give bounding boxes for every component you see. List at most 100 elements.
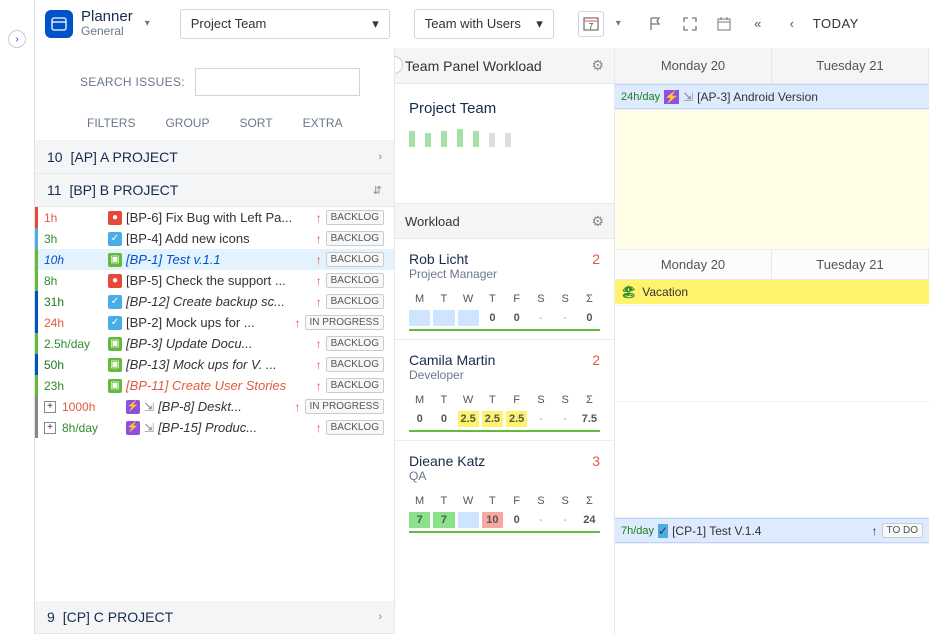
timeline-cell[interactable] <box>615 402 929 518</box>
status-badge[interactable]: TO DO <box>882 523 923 538</box>
gear-icon[interactable]: ⚙ <box>591 57 604 74</box>
nav-first-icon[interactable]: « <box>745 11 771 37</box>
issue-title: [BP-8] Deskt... <box>158 399 290 414</box>
extra-button[interactable]: EXTRA <box>303 116 343 130</box>
project-a-header[interactable]: 10 [AP] A PROJECT › <box>35 141 394 174</box>
issue-row[interactable]: 50h▣[BP-13] Mock ups for V. ...↑BACKLOG <box>35 354 394 375</box>
sort-button[interactable]: SORT <box>239 116 272 130</box>
status-badge[interactable]: BACKLOG <box>326 252 384 267</box>
team-bars <box>409 127 600 147</box>
issue-row[interactable]: 10h▣[BP-1] Test v.1.1↑BACKLOG <box>35 249 394 270</box>
issue-row[interactable]: +1000h⚡⇲[BP-8] Deskt...↑IN PROGRESS <box>35 396 394 417</box>
timeline-cell[interactable] <box>615 110 929 250</box>
issue-row[interactable]: 1h ● [BP-6] Fix Bug with Left Pa... ↑ BACKLO… <box>35 207 394 228</box>
priority-icon: ↑ <box>316 211 322 225</box>
status-badge[interactable]: IN PROGRESS <box>305 399 384 414</box>
status-badge[interactable]: BACKLOG <box>326 420 384 435</box>
workload-grid: MTWTFSSΣ 002.52.52.5--7.5 <box>409 392 600 432</box>
priority-icon: ↑ <box>295 400 301 414</box>
expand-icon[interactable] <box>677 11 703 37</box>
person-block: Rob Licht2 Project Manager MTWTFSSΣ 00--… <box>395 239 614 340</box>
issue-hours: 2.5h/day <box>44 337 104 351</box>
flag-icon[interactable] <box>643 11 669 37</box>
day-header: Tuesday 21 <box>772 250 929 279</box>
issue-row[interactable]: 23h▣[BP-11] Create User Stories↑BACKLOG <box>35 375 394 396</box>
group-button[interactable]: GROUP <box>165 116 209 130</box>
story-icon: ▣ <box>108 379 122 393</box>
view-select[interactable]: Team with Users ▾ <box>414 9 554 39</box>
project-c-header[interactable]: 9 [CP] C PROJECT › <box>35 601 394 634</box>
project-b-header[interactable]: 11 [BP] B PROJECT ⇵ <box>35 174 394 207</box>
app-title: Planner <box>81 9 133 26</box>
person-role: QA <box>409 469 600 483</box>
calendar-dropdown-icon[interactable]: ▾ <box>616 18 621 29</box>
issue-hours: 3h <box>44 232 104 246</box>
issue-row[interactable]: +8h/day⚡⇲[BP-15] Produc...↑BACKLOG <box>35 417 394 438</box>
status-badge[interactable]: IN PROGRESS <box>305 315 384 330</box>
epic-icon: ⚡ <box>126 421 140 435</box>
person-count: 2 <box>592 251 600 267</box>
day-header: Monday 20 <box>615 48 772 83</box>
issue-panel: SEARCH ISSUES: FILTERS GROUP SORT EXTRA … <box>35 48 395 634</box>
status-badge[interactable]: BACKLOG <box>326 210 384 225</box>
status-badge[interactable]: BACKLOG <box>326 231 384 246</box>
issue-row[interactable]: 2.5h/day▣[BP-3] Update Docu...↑BACKLOG <box>35 333 394 354</box>
app-logo-icon[interactable] <box>45 10 73 38</box>
project-count: 9 <box>47 609 55 625</box>
priority-icon: ↑ <box>872 524 878 538</box>
person-block: Camila Martin2 Developer MTWTFSSΣ 002.52… <box>395 340 614 441</box>
issue-row[interactable]: 24h✓[BP-2] Mock ups for ...↑IN PROGRESS <box>35 312 394 333</box>
issue-hours: 24h <box>44 316 104 330</box>
status-badge[interactable]: BACKLOG <box>326 273 384 288</box>
event-bar[interactable]: 🏖 Vacation <box>615 280 929 304</box>
team-select[interactable]: Project Team ▾ <box>180 9 390 39</box>
filters-button[interactable]: FILTERS <box>87 116 135 130</box>
day-header: Monday 20 <box>615 250 772 279</box>
status-badge[interactable]: BACKLOG <box>326 378 384 393</box>
bug-icon: ● <box>108 211 122 225</box>
rail-expand-icon[interactable]: › <box>8 30 26 48</box>
left-rail: › <box>0 0 35 634</box>
issue-title: [BP-6] Fix Bug with Left Pa... <box>126 210 312 225</box>
person-count: 2 <box>592 352 600 368</box>
nav-prev-icon[interactable]: ‹ <box>779 11 805 37</box>
vacation-icon: 🏖 <box>621 285 636 299</box>
person-name: Dieane Katz <box>409 453 485 469</box>
epic-icon: ⚡ <box>664 90 679 104</box>
calendar-day-icon[interactable]: 7 <box>578 11 604 37</box>
today-button[interactable]: TODAY <box>813 16 859 31</box>
project-count: 11 <box>47 182 62 198</box>
workload-title: Workload <box>405 214 460 229</box>
priority-icon: ↑ <box>316 379 322 393</box>
expand-tree-icon[interactable]: + <box>44 422 56 434</box>
day-header: Tuesday 21 <box>772 48 929 83</box>
issue-title: [BP-3] Update Docu... <box>126 336 312 351</box>
search-label: SEARCH ISSUES: <box>80 75 185 89</box>
task-icon: ✓ <box>108 295 122 309</box>
app-dropdown-icon[interactable]: ▾ <box>145 18 150 29</box>
issue-row[interactable]: 3h✓[BP-4] Add new icons↑BACKLOG <box>35 228 394 249</box>
chevron-right-icon: › <box>378 151 382 163</box>
issue-title: [BP-1] Test v.1.1 <box>126 252 312 267</box>
status-badge[interactable]: BACKLOG <box>326 336 384 351</box>
expand-tree-icon[interactable]: + <box>44 401 56 413</box>
project-count: 10 <box>47 149 63 165</box>
issue-hours: 8h <box>44 274 104 288</box>
issue-title: [BP-15] Produc... <box>158 420 312 435</box>
issue-row[interactable]: 8h●[BP-5] Check the support ...↑BACKLOG <box>35 270 394 291</box>
timeline-cell[interactable] <box>615 306 929 402</box>
priority-icon: ↑ <box>316 421 322 435</box>
issue-hours: 1h <box>44 211 104 225</box>
priority-icon: ↑ <box>316 253 322 267</box>
project-name: [AP] A PROJECT <box>70 149 177 165</box>
event-bar[interactable]: 24h/day ⚡ ⇲ [AP-3] Android Version <box>615 84 929 109</box>
event-bar[interactable]: 7h/day ✓ [CP-1] Test V.1.4 ↑ TO DO <box>615 518 929 543</box>
team-select-value: Project Team <box>191 16 267 31</box>
search-input[interactable] <box>195 68 360 96</box>
status-badge[interactable]: BACKLOG <box>326 357 384 372</box>
issue-row[interactable]: 31h✓[BP-12] Create backup sc...↑BACKLOG <box>35 291 394 312</box>
status-badge[interactable]: BACKLOG <box>326 294 384 309</box>
epic-icon: ⚡ <box>126 400 140 414</box>
calendar-icon[interactable] <box>711 11 737 37</box>
gear-icon[interactable]: ⚙ <box>591 213 604 230</box>
